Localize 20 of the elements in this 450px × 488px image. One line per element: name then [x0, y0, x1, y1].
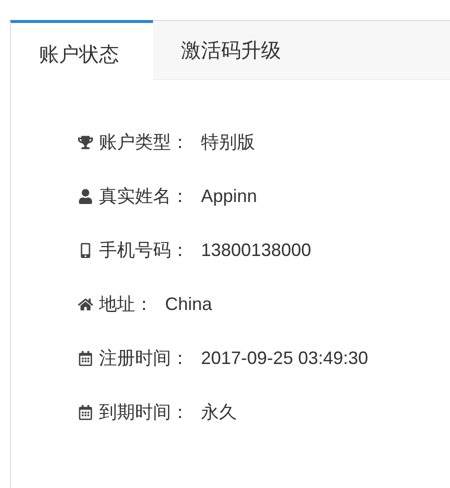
- field-value: 2017-09-25 03:49:30: [201, 348, 368, 368]
- tab[interactable]: 账户状态: [10, 20, 153, 80]
- calendar-icon: [78, 404, 93, 420]
- field-label: 注册时间：: [99, 347, 189, 370]
- field-value: China: [165, 294, 212, 314]
- field-label: 真实姓名：: [99, 185, 189, 208]
- user-icon: [78, 188, 93, 204]
- mobile-phone-icon: [78, 242, 93, 258]
- field-label: 到期时间：: [99, 401, 189, 424]
- home-icon: [78, 296, 93, 312]
- field-label: 手机号码：: [99, 239, 189, 262]
- field-value: Appinn: [201, 186, 258, 206]
- field-label: 地址：: [99, 293, 153, 316]
- field-value: 特别版: [201, 131, 255, 154]
- field-label: 账户类型：: [99, 131, 189, 154]
- trophy-icon: [78, 134, 93, 150]
- field-value: 13800138000: [201, 240, 312, 260]
- field-value: 永久: [201, 401, 237, 424]
- tab[interactable]: 激活码升级: [153, 20, 450, 80]
- calendar-icon: [78, 350, 93, 366]
